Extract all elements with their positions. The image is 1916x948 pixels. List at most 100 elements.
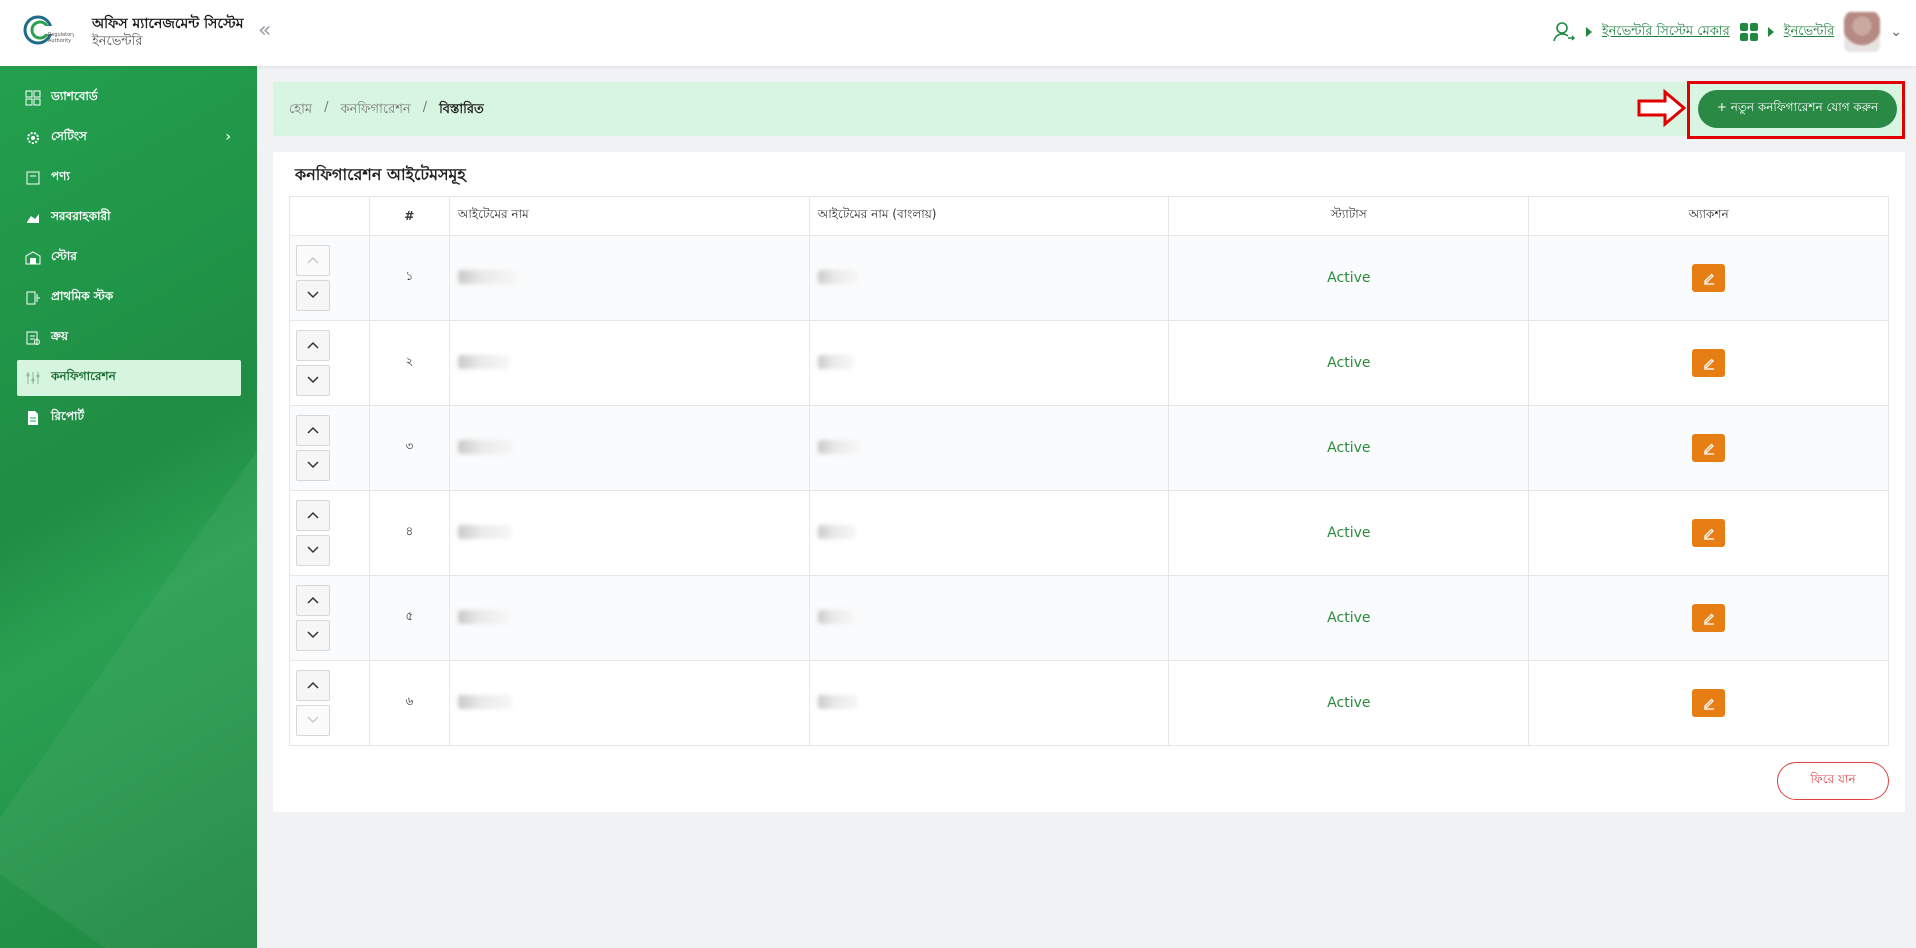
table-row: ৪ Active bbox=[289, 490, 1889, 576]
move-down-button[interactable] bbox=[296, 535, 330, 566]
edit-button[interactable] bbox=[1692, 689, 1726, 717]
module-link[interactable]: ইনভেন্টরি bbox=[1784, 22, 1835, 43]
avatar[interactable] bbox=[1844, 12, 1881, 52]
sidebar-item-label: ক্রয় bbox=[51, 329, 69, 343]
sidebar-item-dashboard[interactable]: ড্যাশবোর্ড bbox=[17, 80, 241, 116]
redacted-text bbox=[817, 269, 858, 284]
column-header-status: স্ট্যাটাস bbox=[1168, 196, 1530, 236]
sidebar-item-initial-stock[interactable]: প্রাথমিক স্টক bbox=[17, 280, 241, 316]
status-badge: Active bbox=[1168, 235, 1530, 321]
chevron-up-icon bbox=[306, 339, 320, 353]
chevron-down-icon bbox=[306, 374, 320, 388]
breadcrumb-current: বিস্তারিত bbox=[439, 102, 484, 117]
chevron-down-icon[interactable]: ⌄ bbox=[1890, 24, 1902, 40]
redacted-text bbox=[457, 694, 512, 709]
order-cell bbox=[289, 235, 370, 321]
move-up-button[interactable] bbox=[296, 245, 330, 276]
redacted-text bbox=[817, 354, 854, 369]
item-name-cell bbox=[448, 660, 810, 746]
stock-icon bbox=[26, 291, 40, 305]
redacted-text bbox=[817, 524, 856, 539]
redacted-text bbox=[457, 609, 510, 624]
purchase-icon bbox=[26, 331, 40, 345]
row-index: ৫ bbox=[368, 575, 450, 661]
move-up-button[interactable] bbox=[296, 330, 330, 361]
chevron-right-icon: › bbox=[225, 129, 231, 145]
dashboard-icon bbox=[25, 90, 41, 106]
edit-button[interactable] bbox=[1692, 434, 1726, 462]
row-index: ৪ bbox=[368, 490, 450, 576]
move-up-button[interactable] bbox=[296, 670, 330, 701]
card-title: কনফিগারেশন আইটেমসমূহ bbox=[295, 165, 466, 184]
redacted-text bbox=[457, 269, 518, 284]
move-down-button[interactable] bbox=[296, 365, 330, 396]
order-cell bbox=[289, 320, 370, 406]
action-cell bbox=[1528, 490, 1889, 576]
action-cell bbox=[1528, 235, 1889, 321]
sidebar-item-report[interactable]: রিপোর্ট bbox=[17, 400, 241, 436]
pencil-icon bbox=[1703, 273, 1714, 285]
sidebar-item-product[interactable]: পণ্য bbox=[17, 160, 241, 196]
edit-button[interactable] bbox=[1692, 264, 1726, 292]
item-name-cell bbox=[448, 490, 810, 576]
status-badge: Active bbox=[1168, 320, 1530, 406]
action-cell bbox=[1528, 320, 1889, 406]
store-icon bbox=[25, 251, 41, 265]
header-user-area: ইনভেন্টরি সিস্টেম মেকার ইনভেন্টরি ⌄ bbox=[1552, 12, 1902, 52]
table-row: ৩ Active bbox=[289, 405, 1889, 491]
table-header-row: # আইটেমের নাম আইটেমের নাম (বাংলায়) স্ট্… bbox=[289, 196, 1889, 236]
move-up-button[interactable] bbox=[296, 500, 330, 531]
chevron-down-icon bbox=[306, 459, 320, 473]
chevron-down-icon bbox=[306, 544, 320, 558]
table-row: ১ Active bbox=[289, 235, 1889, 321]
column-header-item-name: আইটেমের নাম bbox=[448, 196, 810, 236]
pencil-icon bbox=[1703, 698, 1714, 710]
chevron-up-icon bbox=[306, 594, 320, 608]
status-badge: Active bbox=[1168, 490, 1530, 576]
breadcrumb-home[interactable]: হোম bbox=[289, 100, 312, 121]
sidebar-item-supplier[interactable]: সরবরাহকারী bbox=[17, 200, 241, 236]
move-down-button[interactable] bbox=[296, 450, 330, 481]
breadcrumb-separator: / bbox=[324, 100, 329, 115]
user-switch-icon[interactable] bbox=[1552, 20, 1576, 44]
chevron-down-icon bbox=[306, 289, 320, 303]
pencil-icon bbox=[1703, 528, 1714, 540]
table-row: ৬ Active bbox=[289, 660, 1889, 746]
edit-button[interactable] bbox=[1692, 519, 1726, 547]
edit-button[interactable] bbox=[1692, 604, 1726, 632]
column-header-index: # bbox=[368, 196, 450, 236]
sidebar-item-label: প্রাথমিক স্টক bbox=[51, 289, 114, 303]
item-name-cell bbox=[448, 235, 810, 321]
move-down-button[interactable] bbox=[296, 620, 330, 651]
chevron-up-icon bbox=[306, 509, 320, 523]
action-cell bbox=[1528, 405, 1889, 491]
sidebar-item-configuration[interactable]: কনফিগারেশন bbox=[17, 360, 241, 396]
edit-button[interactable] bbox=[1692, 349, 1726, 377]
back-button[interactable]: ফিরে যান bbox=[1777, 762, 1889, 800]
column-header-order bbox=[289, 196, 370, 236]
role-link[interactable]: ইনভেন্টরি সিস্টেম মেকার bbox=[1602, 22, 1730, 43]
redacted-text bbox=[457, 354, 510, 369]
redacted-text bbox=[817, 439, 860, 454]
sidebar-item-label: কনফিগারেশন bbox=[51, 369, 116, 383]
sidebar-collapse-button[interactable]: « bbox=[258, 18, 271, 43]
annotation-arrow-icon bbox=[1637, 88, 1687, 128]
sidebar-item-settings[interactable]: সেটিংস › bbox=[17, 120, 241, 156]
move-down-button[interactable] bbox=[296, 705, 330, 736]
item-name-cell bbox=[448, 575, 810, 661]
item-name-cell bbox=[448, 320, 810, 406]
chevron-up-icon bbox=[306, 254, 320, 268]
chevron-down-icon bbox=[306, 714, 320, 728]
sidebar-item-store[interactable]: স্টোর bbox=[17, 240, 241, 276]
breadcrumb-configuration[interactable]: কনফিগারেশন bbox=[340, 100, 410, 121]
sidebar-item-label: স্টোর bbox=[51, 249, 77, 263]
add-configuration-button[interactable]: + নতুন কনফিগারেশন যোগ করুন bbox=[1698, 90, 1897, 128]
configuration-table: # আইটেমের নাম আইটেমের নাম (বাংলায়) স্ট্… bbox=[289, 196, 1889, 746]
sidebar-item-purchase[interactable]: ক্রয় bbox=[17, 320, 241, 356]
order-cell bbox=[289, 660, 370, 746]
move-up-button[interactable] bbox=[296, 415, 330, 446]
grid-apps-icon[interactable] bbox=[1739, 23, 1758, 41]
redacted-text bbox=[457, 524, 512, 539]
move-up-button[interactable] bbox=[296, 585, 330, 616]
move-down-button[interactable] bbox=[296, 280, 330, 311]
